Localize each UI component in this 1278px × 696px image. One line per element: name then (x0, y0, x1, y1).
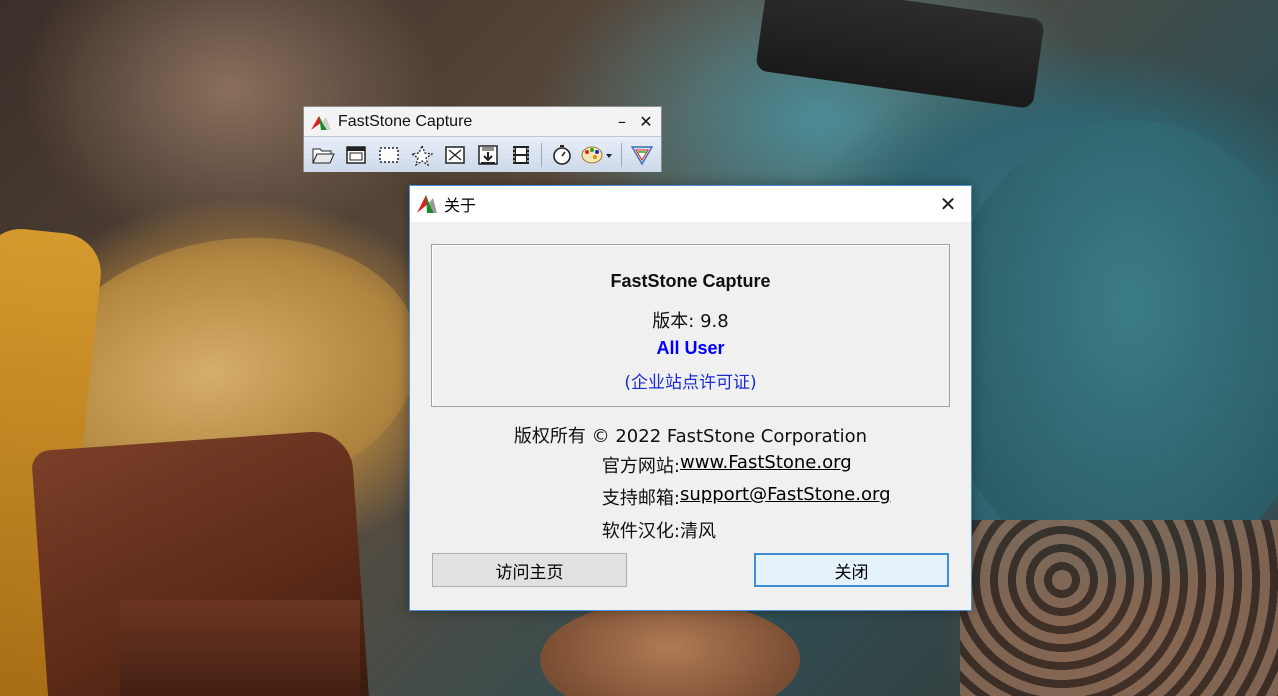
toolbar-title: FastStone Capture (338, 112, 473, 130)
wallpaper-hand (540, 600, 800, 696)
website-link[interactable]: www.FastStone.org (680, 452, 852, 478)
faststone-logo-icon (310, 113, 332, 131)
dialog-title: 关于 (444, 196, 477, 215)
website-label: 官方网站: (601, 456, 680, 477)
wallpaper-pattern (960, 520, 1278, 696)
toolbar-close-button[interactable]: ✕ (635, 110, 657, 132)
dialog-close-button[interactable]: ✕ (935, 191, 961, 217)
screen-recorder-icon[interactable] (506, 141, 536, 169)
capture-freehand-icon[interactable] (407, 141, 437, 169)
visit-homepage-button[interactable]: 访问主页 (432, 553, 627, 587)
toolbar-tools (304, 136, 661, 172)
capture-rectangle-icon[interactable] (374, 141, 404, 169)
about-dialog: 关于 ✕ FastStone Capture 版本: 9.8 All User … (409, 185, 972, 611)
capture-fullscreen-icon[interactable] (440, 141, 470, 169)
toolbar-titlebar[interactable]: FastStone Capture – ✕ (304, 107, 661, 136)
open-icon[interactable] (308, 141, 338, 169)
product-info-box: FastStone Capture 版本: 9.8 All User (企业站点… (431, 244, 950, 407)
license-user: All User (656, 338, 725, 358)
license-type: (企业站点许可证) (624, 373, 757, 393)
translation-row: 软件汉化: 清风 (586, 517, 716, 543)
toolbar-separator (541, 142, 542, 167)
faststone-app-icon (416, 193, 438, 215)
product-name: FastStone Capture (610, 271, 771, 291)
wallpaper-shirt (940, 120, 1278, 580)
website-row: 官方网站: www.FastStone.org (586, 452, 852, 478)
wallpaper-belt (755, 0, 1045, 110)
capture-scrolling-icon[interactable] (473, 141, 503, 169)
version-text: 版本: 9.8 (652, 311, 729, 332)
copyright-text: 版权所有 © 2022 FastStone Corporation (513, 426, 868, 447)
email-row: 支持邮箱: support@FastStone.org (586, 484, 891, 510)
minimize-button[interactable]: – (611, 110, 633, 132)
output-palette-icon[interactable] (580, 141, 616, 169)
faststone-toolbar-window: FastStone Capture – ✕ (303, 106, 662, 172)
close-button[interactable]: 关闭 (754, 553, 949, 587)
translation-label: 软件汉化: (601, 521, 680, 542)
wallpaper-chair-base (120, 600, 360, 696)
translation-value: 清风 (680, 521, 716, 542)
settings-icon[interactable] (627, 141, 657, 169)
delay-timer-icon[interactable] (547, 141, 577, 169)
dialog-titlebar[interactable]: 关于 ✕ (410, 186, 971, 222)
capture-active-window-icon[interactable] (341, 141, 371, 169)
toolbar-separator (621, 142, 622, 167)
email-label: 支持邮箱: (601, 488, 680, 509)
email-link[interactable]: support@FastStone.org (680, 484, 891, 510)
